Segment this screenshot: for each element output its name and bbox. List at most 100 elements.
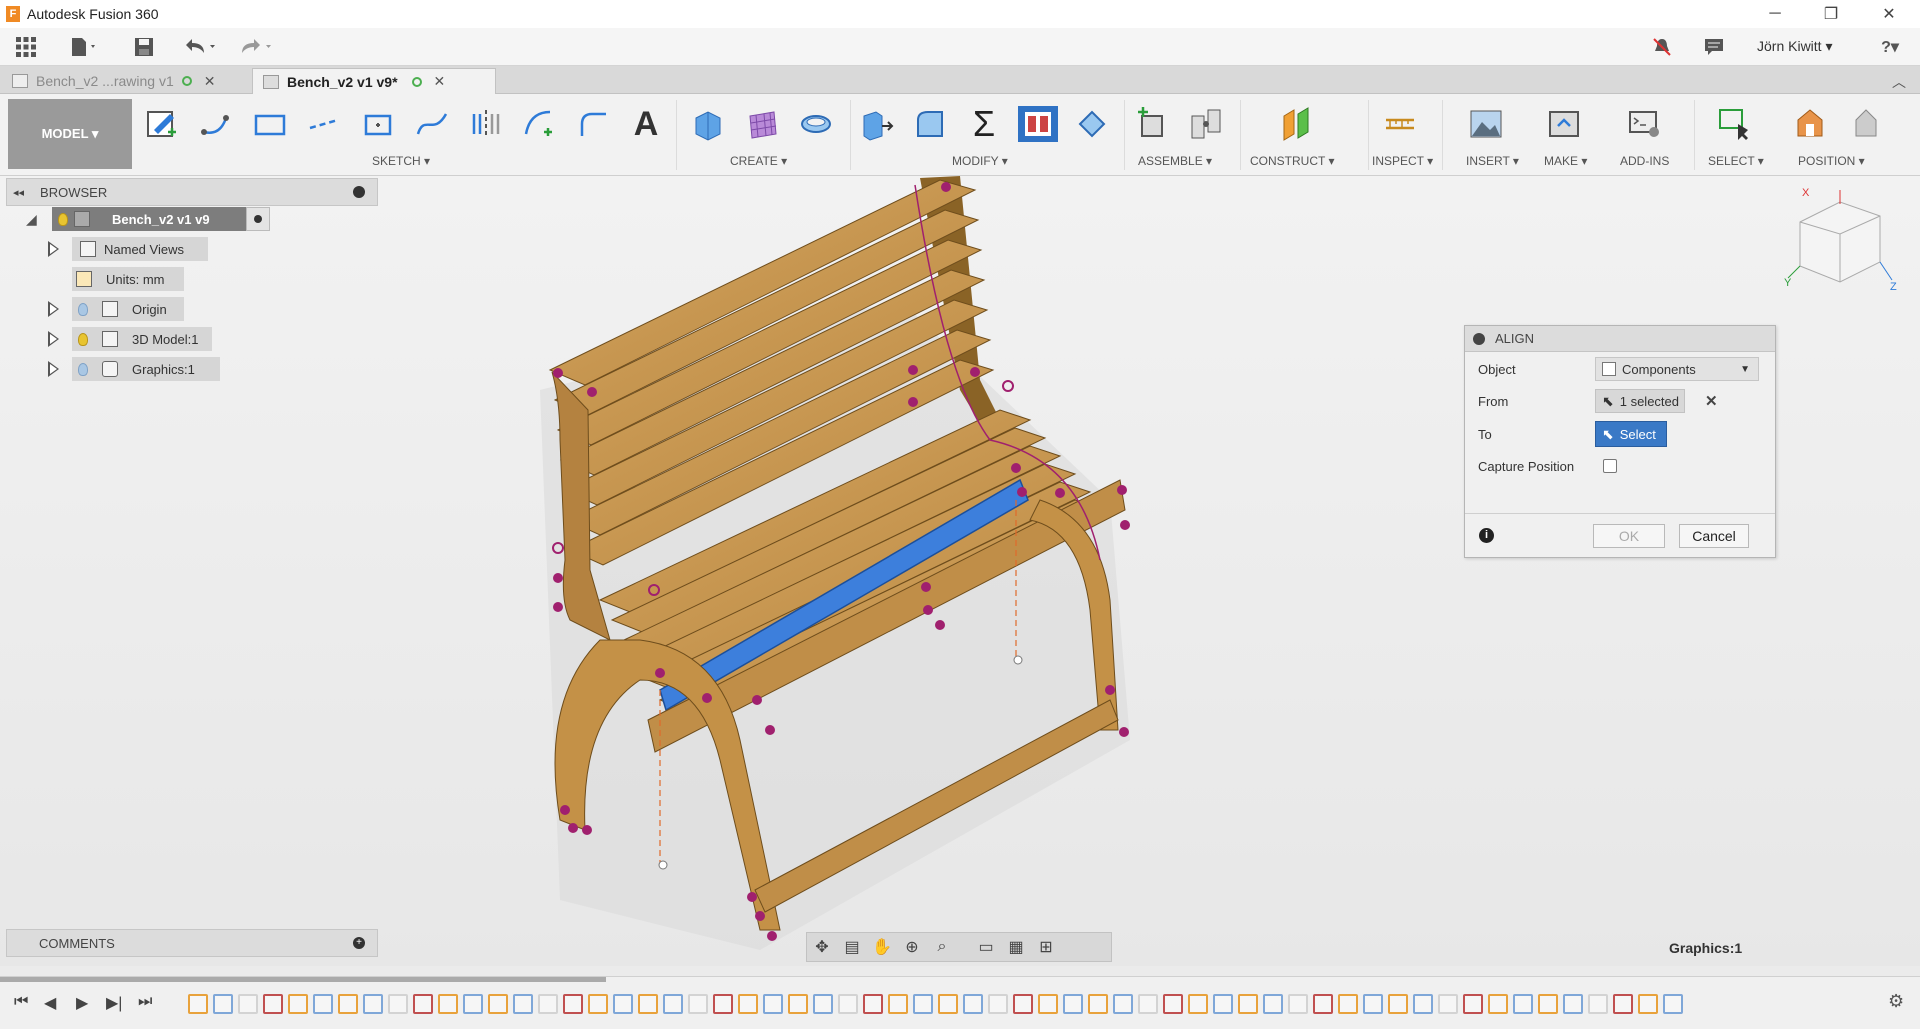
timeline-feature-icon[interactable] [963, 994, 983, 1014]
create-sketch-icon[interactable] [142, 106, 182, 142]
restore-button[interactable]: ❐ [1808, 0, 1854, 28]
visibility-bulb-icon[interactable] [78, 302, 88, 316]
timeline-feature-icon[interactable] [738, 994, 758, 1014]
timeline-feature-icon[interactable] [613, 994, 633, 1014]
close-tab-icon[interactable]: ✕ [434, 73, 446, 90]
timeline-feature-icon[interactable] [213, 994, 233, 1014]
compute-all-icon[interactable] [1018, 106, 1058, 142]
timeline-feature-icon[interactable] [1088, 994, 1108, 1014]
timeline-feature-icon[interactable] [463, 994, 483, 1014]
group-label-make[interactable]: MAKE ▾ [1544, 154, 1587, 168]
graphics-node[interactable]: Graphics:1 [72, 357, 220, 381]
expand-triangle-icon[interactable] [48, 361, 59, 377]
group-label-modify[interactable]: MODIFY ▾ [952, 154, 1008, 168]
pan-icon[interactable]: ✋ [867, 935, 897, 959]
units-node[interactable]: Units: mm [72, 267, 184, 291]
activate-radio-icon[interactable] [246, 207, 270, 231]
root-component[interactable]: Bench_v2 v1 v9 [52, 207, 264, 231]
timeline-feature-icon[interactable] [1238, 994, 1258, 1014]
fit-icon[interactable]: ⌕ [927, 935, 957, 959]
select-tool-icon[interactable] [1714, 106, 1754, 142]
cancel-button[interactable]: Cancel [1679, 524, 1749, 548]
timeline-feature-icon[interactable] [313, 994, 333, 1014]
timeline-feature-icon[interactable] [1513, 994, 1533, 1014]
timeline-feature-icon[interactable] [438, 994, 458, 1014]
measure-icon[interactable] [1380, 106, 1420, 142]
joint-icon[interactable] [1186, 106, 1226, 142]
timeline-feature-icon[interactable] [888, 994, 908, 1014]
viewports-icon[interactable]: ⊞ [1031, 935, 1061, 959]
expand-triangle-icon[interactable] [48, 241, 59, 257]
group-label-position[interactable]: POSITION ▾ [1798, 154, 1865, 168]
spline-tool-icon[interactable] [412, 106, 452, 142]
collapse-ribbon-icon[interactable]: ︿ [1892, 72, 1906, 92]
minimize-button[interactable]: ─ [1752, 0, 1798, 28]
timeline-feature-icon[interactable] [288, 994, 308, 1014]
timeline-feature-icon[interactable] [1288, 994, 1308, 1014]
timeline-feature-icon[interactable] [263, 994, 283, 1014]
timeline-feature-icon[interactable] [363, 994, 383, 1014]
redo-icon[interactable] [236, 34, 276, 60]
capture-position-checkbox[interactable] [1603, 459, 1617, 473]
timeline-feature-icon[interactable] [1013, 994, 1033, 1014]
timeline-feature-icon[interactable] [488, 994, 508, 1014]
timeline-feature-icon[interactable] [763, 994, 783, 1014]
visibility-bulb-icon[interactable] [78, 332, 88, 346]
step-forward-icon[interactable]: ▶| [106, 993, 122, 1013]
bench-model[interactable] [0, 176, 1920, 966]
tab-drawing[interactable]: Bench_v2 ...rawing v1 ✕ [2, 68, 250, 94]
timeline-feature-icon[interactable] [338, 994, 358, 1014]
timeline-feature-icon[interactable] [1563, 994, 1583, 1014]
timeline-feature-icon[interactable] [513, 994, 533, 1014]
from-selection[interactable]: ⬉ 1 selected [1595, 389, 1685, 413]
notifications-muted-icon[interactable] [1648, 34, 1676, 60]
look-at-icon[interactable]: ▤ [837, 935, 867, 959]
timeline-feature-icon[interactable] [1438, 994, 1458, 1014]
timeline-feature-icon[interactable] [688, 994, 708, 1014]
press-pull-icon[interactable] [856, 106, 896, 142]
center-rectangle-icon[interactable] [358, 106, 398, 142]
timeline-settings-gear-icon[interactable]: ⚙ [1888, 991, 1904, 1012]
display-settings-icon[interactable]: ▭ [971, 935, 1001, 959]
visibility-bulb-icon[interactable] [58, 212, 68, 226]
arc-tool-icon[interactable] [520, 106, 560, 142]
help-menu-icon[interactable]: ?▾ [1868, 34, 1912, 60]
close-window-button[interactable]: ✕ [1866, 0, 1912, 28]
timeline-feature-icon[interactable] [1113, 994, 1133, 1014]
timeline-feature-icon[interactable] [713, 994, 733, 1014]
timeline-feature-icon[interactable] [1313, 994, 1333, 1014]
fillet-sketch-icon[interactable] [572, 106, 612, 142]
info-icon[interactable]: i [1479, 528, 1494, 543]
group-label-addins[interactable]: ADD-INS [1620, 154, 1669, 168]
appearance-icon[interactable] [1072, 106, 1112, 142]
timeline-feature-icon[interactable] [238, 994, 258, 1014]
group-label-construct[interactable]: CONSTRUCT ▾ [1250, 154, 1334, 168]
group-label-create[interactable]: CREATE ▾ [730, 154, 787, 168]
timeline-feature-icon[interactable] [1038, 994, 1058, 1014]
go-to-start-icon[interactable]: ⏮ [14, 993, 28, 1011]
timeline-feature-icon[interactable] [1588, 994, 1608, 1014]
timeline-feature-icon[interactable] [538, 994, 558, 1014]
group-label-sketch[interactable]: SKETCH ▾ [372, 154, 430, 168]
origin-node[interactable]: Origin [72, 297, 184, 321]
timeline-feature-icon[interactable] [863, 994, 883, 1014]
timeline-feature-icon[interactable] [813, 994, 833, 1014]
3d-model-node[interactable]: 3D Model:1 [72, 327, 212, 351]
timeline-feature-icon[interactable] [1138, 994, 1158, 1014]
save-icon[interactable] [130, 34, 158, 60]
zoom-icon[interactable]: ⊕ [897, 935, 927, 959]
go-to-end-icon[interactable]: ⏭ [138, 993, 152, 1011]
timeline-scrollbar[interactable] [0, 977, 606, 982]
app-grid-icon[interactable] [12, 34, 40, 60]
user-menu[interactable]: Jörn Kiwitt ▾ [1757, 38, 1833, 55]
undo-icon[interactable] [180, 34, 220, 60]
collapse-browser-icon[interactable]: ◂◂ [13, 186, 24, 199]
timeline-feature-icon[interactable] [1213, 994, 1233, 1014]
timeline-feature-icon[interactable] [1463, 994, 1483, 1014]
play-icon[interactable]: ▶ [76, 993, 88, 1013]
collapse-triangle-icon[interactable]: ◢ [26, 211, 37, 228]
timeline-feature-icon[interactable] [1338, 994, 1358, 1014]
visibility-bulb-icon[interactable] [78, 362, 88, 376]
new-component-icon[interactable] [1132, 106, 1172, 142]
orbit-icon[interactable]: ✥ [807, 935, 837, 959]
